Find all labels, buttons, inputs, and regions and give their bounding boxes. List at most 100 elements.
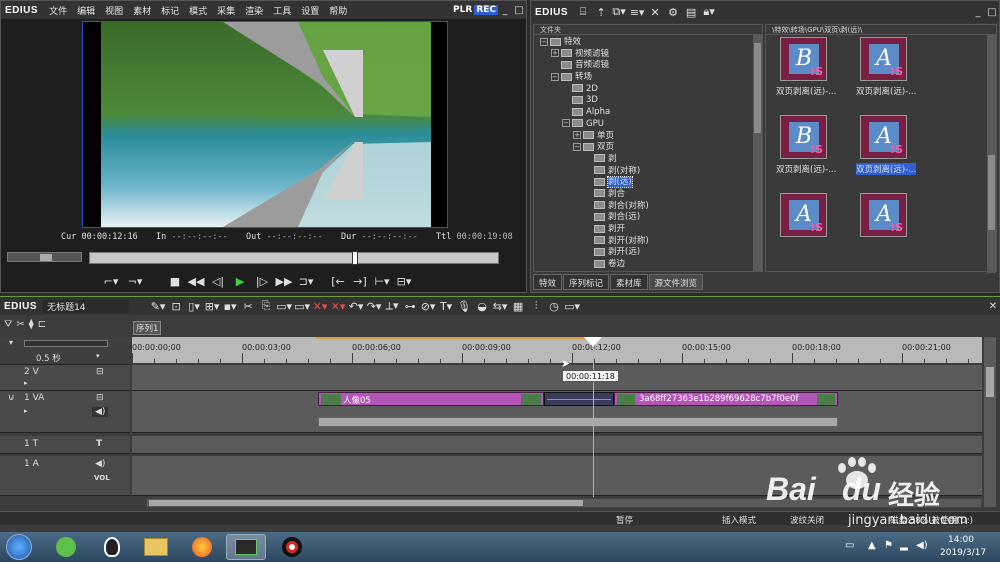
mark-in-icon[interactable]: ⌐▾ <box>101 275 121 288</box>
tree-item[interactable]: 剥开(远) <box>540 247 762 259</box>
audio-clip-bar[interactable] <box>318 417 838 427</box>
trim-icon[interactable]: ⊢▾ <box>373 275 391 288</box>
cut-mode-icon[interactable]: ✂ <box>16 319 24 335</box>
taskbar-recorder-icon[interactable] <box>272 534 312 560</box>
effect-thumbnail[interactable]: A !S <box>860 37 907 81</box>
effect-thumbnail[interactable]: A !S <box>860 193 907 237</box>
mixer-icon[interactable]: ⫶ <box>527 299 545 313</box>
delete-clip-icon[interactable]: ✕▾ <box>311 300 329 313</box>
timeline-close-icon[interactable]: ✕ <box>986 300 1000 312</box>
tree-item[interactable]: 剥(远) <box>540 176 762 189</box>
menu-item-9[interactable]: 设置 <box>296 4 324 17</box>
effects-tab-2[interactable]: 素材库 <box>610 274 648 290</box>
tray-battery-icon[interactable]: ▭ <box>845 540 854 551</box>
paste-icon[interactable]: ▭▾ <box>275 300 293 313</box>
ripple-icon[interactable]: ⊏ <box>38 319 46 335</box>
tree-scrollbar[interactable] <box>753 35 762 271</box>
properties-icon[interactable]: ⚙ <box>664 6 682 19</box>
view-mode-icon[interactable]: ≡▾ <box>628 6 646 19</box>
track-1va-lock-icon[interactable]: ⊍ <box>8 393 15 403</box>
tree-item[interactable]: 3D <box>540 95 762 107</box>
tree-item[interactable]: 剥 <box>540 154 762 166</box>
effect-thumbnail[interactable]: B !S <box>780 115 827 159</box>
effect-thumbnail-label[interactable]: 双页剥离(远)-... <box>856 163 917 175</box>
taskbar-explorer-icon[interactable] <box>136 534 176 560</box>
tree-item[interactable]: − 转场 <box>540 72 762 84</box>
new-sequence-icon[interactable]: ✎▾ <box>149 300 167 313</box>
new-file-icon[interactable]: ▯▾ <box>185 300 203 313</box>
effects-minimize-icon[interactable]: _ <box>971 6 985 18</box>
effects-tab-1[interactable]: 序列标记 <box>563 274 610 290</box>
tree-item[interactable]: 剥合(远) <box>540 212 762 224</box>
transition-block[interactable] <box>544 392 614 406</box>
tray-flag-icon[interactable]: ⚑ <box>884 540 893 551</box>
maximize-icon[interactable]: □ <box>512 4 526 16</box>
menu-item-6[interactable]: 采集 <box>212 4 240 17</box>
tray-time[interactable]: 14:00 <box>948 535 974 545</box>
taskbar-app-360-icon[interactable] <box>46 534 86 560</box>
tree-item[interactable]: 剥合(对称) <box>540 201 762 213</box>
track-1t-head[interactable]: 1 T T <box>0 436 130 454</box>
effect-thumbnail-label[interactable]: 双页剥离(远)-... <box>856 85 916 97</box>
tree-item[interactable]: 剥开(对称) <box>540 236 762 248</box>
open-project-icon[interactable]: ⊞▾ <box>203 300 221 313</box>
clock-icon[interactable]: ◷ <box>545 300 563 313</box>
track-2v-video-icon[interactable]: ⊟ <box>96 367 104 377</box>
tray-network-icon[interactable]: ▲ <box>868 540 876 551</box>
position-scrubber[interactable] <box>89 251 499 265</box>
thumb-scrollbar[interactable] <box>987 35 996 273</box>
menu-item-2[interactable]: 视图 <box>100 4 128 17</box>
scrubber-handle[interactable] <box>352 251 358 265</box>
plr-badge[interactable]: PLR <box>451 5 474 15</box>
split-icon[interactable]: ⊘▾ <box>419 300 437 313</box>
add-transition-icon[interactable]: ⟂▾ <box>383 299 401 313</box>
list-icon[interactable]: ▤ <box>682 6 700 19</box>
tree-item[interactable]: 剥(对称) <box>540 166 762 178</box>
grid-icon[interactable]: ▦ <box>509 300 527 313</box>
mic-icon[interactable]: 🎙︎ <box>455 300 473 313</box>
tree-item[interactable]: 卷边 <box>540 259 762 271</box>
sync-icon[interactable]: ⧫ <box>29 319 34 335</box>
undo-icon[interactable]: ↶▾ <box>347 300 365 313</box>
track-1t-title-icon[interactable]: T <box>96 439 102 449</box>
tree-item[interactable]: − 双页 <box>540 142 762 154</box>
track-1t-lane[interactable] <box>132 436 982 454</box>
effects-maximize-icon[interactable]: □ <box>985 6 999 18</box>
tray-date[interactable]: 2019/3/17 <box>940 548 986 558</box>
fast-forward-icon[interactable]: ▶▶ <box>275 275 293 288</box>
track-2v-expand-icon[interactable]: ▸ <box>24 379 28 387</box>
track-mode-icon[interactable]: ⛛ <box>4 319 12 335</box>
title-icon[interactable]: T▾ <box>437 300 455 313</box>
up-folder-icon[interactable]: ⇡ <box>592 6 610 19</box>
rec-badge[interactable]: REC <box>474 5 498 15</box>
tree-item[interactable]: 音频滤镜 <box>540 60 762 72</box>
menu-item-3[interactable]: 素材 <box>128 4 156 17</box>
track-2v-lane[interactable] <box>132 365 982 391</box>
track-1a-head[interactable]: 1 A ◀) VOL <box>0 456 130 496</box>
mark-out-icon[interactable]: ¬▾ <box>125 275 145 288</box>
tree-item[interactable]: Alpha <box>540 107 762 119</box>
save-icon[interactable]: ▪▾ <box>221 300 239 313</box>
effect-thumbnail-label[interactable]: 双页剥离(远)-... <box>776 163 836 175</box>
minimize-icon[interactable]: _ <box>498 4 512 16</box>
ripple-delete-icon[interactable]: ✕▾ <box>329 300 347 313</box>
track-1va-lane[interactable]: 人像05 3a68ff27363e1b289f69628c7b7f0e0f <box>132 391 982 433</box>
track-1va-head[interactable]: ⊍ 1 VA ▸ ⊟ ◀) <box>0 391 130 433</box>
track-2v-head[interactable]: 2 V ▸ ⊟ <box>0 365 130 391</box>
effect-thumbnail-label[interactable]: 双页剥离(远)-... <box>776 85 836 97</box>
clip-portrait05[interactable]: 人像05 <box>318 392 544 406</box>
taskbar-qq-icon[interactable] <box>92 534 132 560</box>
track-scroll-icon[interactable]: ▾ <box>9 338 13 347</box>
folder-icon[interactable]: ⌸ <box>574 5 592 19</box>
tree-item[interactable]: 剥开 <box>540 224 762 236</box>
effect-thumbnail[interactable]: A !S <box>860 115 907 159</box>
tree-item[interactable]: − 特效 <box>540 37 762 49</box>
track-1a-speaker-icon[interactable]: ◀) <box>95 459 105 469</box>
menu-item-4[interactable]: 标记 <box>156 4 184 17</box>
shuttle-slider[interactable] <box>7 252 82 262</box>
track-1a-vol-label[interactable]: VOL <box>94 474 110 482</box>
scale-dropdown-icon[interactable]: ▾ <box>96 352 100 360</box>
set-out-icon[interactable]: →] <box>351 275 369 288</box>
play-icon[interactable]: ▶ <box>231 275 249 288</box>
step-forward-icon[interactable]: |▷ <box>253 275 271 288</box>
